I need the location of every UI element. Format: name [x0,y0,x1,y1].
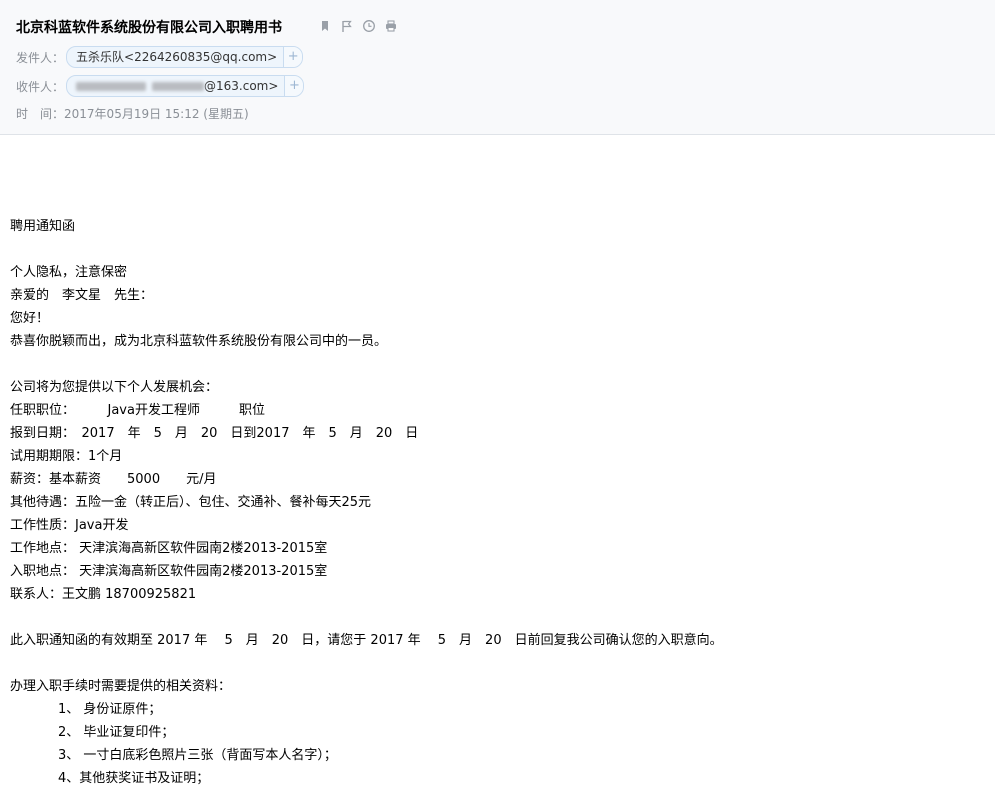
work-location-line: 工作地点： 天津滨海高新区软件园南2楼2013-2015室 [10,541,328,556]
report-date-line: 报到日期： 2017 年 5 月 20 日到2017 年 5 月 20 日 [10,426,419,441]
recipient-domain: @163.com> [204,79,279,93]
time-row: 时 间： 2017年05月19日 15:12 (星期五) [16,105,249,122]
congrats-line: 恭喜你脱颖而出，成为北京科蓝软件系统股份有限公司中的一员。 [10,334,388,349]
salary-line: 薪资：基本薪资 5000 元/月 [10,472,217,487]
print-icon[interactable] [384,19,398,33]
bookmark-icon[interactable] [318,19,332,33]
time-label: 时 间： [16,107,65,121]
benefits-line: 其他待遇：五险一金（转正后）、包住、交通补、餐补每天25元 [10,495,372,510]
job-nature-line: 工作性质：Java开发 [10,518,129,533]
list-item: 4、其他获奖证书及证明； [58,771,210,786]
greeting: 您好！ [10,311,50,326]
email-header: 北京科蓝软件系统股份有限公司入职聘用书 发件人： 五杀乐队<2264260835… [0,0,995,135]
sender-chip[interactable]: 五杀乐队<2264260835@qq.com> + [66,46,304,68]
flag-icon[interactable] [340,19,354,33]
sender-address: 五杀乐队<2264260835@qq.com> [76,50,278,64]
offer-intro: 公司将为您提供以下个人发展机会： [10,380,219,395]
letter-title: 聘用通知函 [10,219,76,234]
clock-icon[interactable] [362,19,376,33]
list-item: 2、 毕业证复印件； [58,725,175,740]
redacted-user [152,82,205,91]
contact-line: 联系人：王文鹏 18700925821 [10,587,197,602]
list-item: 1、 身份证原件； [58,702,162,717]
redacted-name [76,82,147,91]
add-contact-icon[interactable]: + [283,47,303,67]
privacy-note: 个人隐私，注意保密 [10,265,128,280]
documents-intro: 办理入职手续时需要提供的相关资料： [10,679,232,694]
recipient-chip[interactable]: @163.com> + [66,75,305,97]
from-row: 发件人： 五杀乐队<2264260835@qq.com> + [16,46,304,68]
add-contact-icon[interactable]: + [284,76,304,96]
validity-line: 此入职通知函的有效期至 2017 年 5 月 20 日，请您于 2017 年 5… [10,633,723,648]
sent-time: 2017年05月19日 15:12 (星期五) [64,107,249,121]
position-line: 任职职位： Java开发工程师 职位 [10,403,265,418]
onboard-location-line: 入职地点： 天津滨海高新区软件园南2楼2013-2015室 [10,564,328,579]
to-row: 收件人： @163.com> + [16,75,305,97]
recipient-address: @163.com> [67,76,284,96]
salutation: 亲爱的 李文星 先生： [10,288,154,303]
probation-line: 试用期期限：1个月 [10,449,123,464]
subject-toolbar [318,19,398,33]
list-item: 3、 一寸白底彩色照片三张（背面写本人名字）； [58,748,337,763]
to-label: 收件人： [16,79,65,94]
from-label: 发件人： [16,50,65,65]
email-subject: 北京科蓝软件系统股份有限公司入职聘用书 [16,20,282,36]
